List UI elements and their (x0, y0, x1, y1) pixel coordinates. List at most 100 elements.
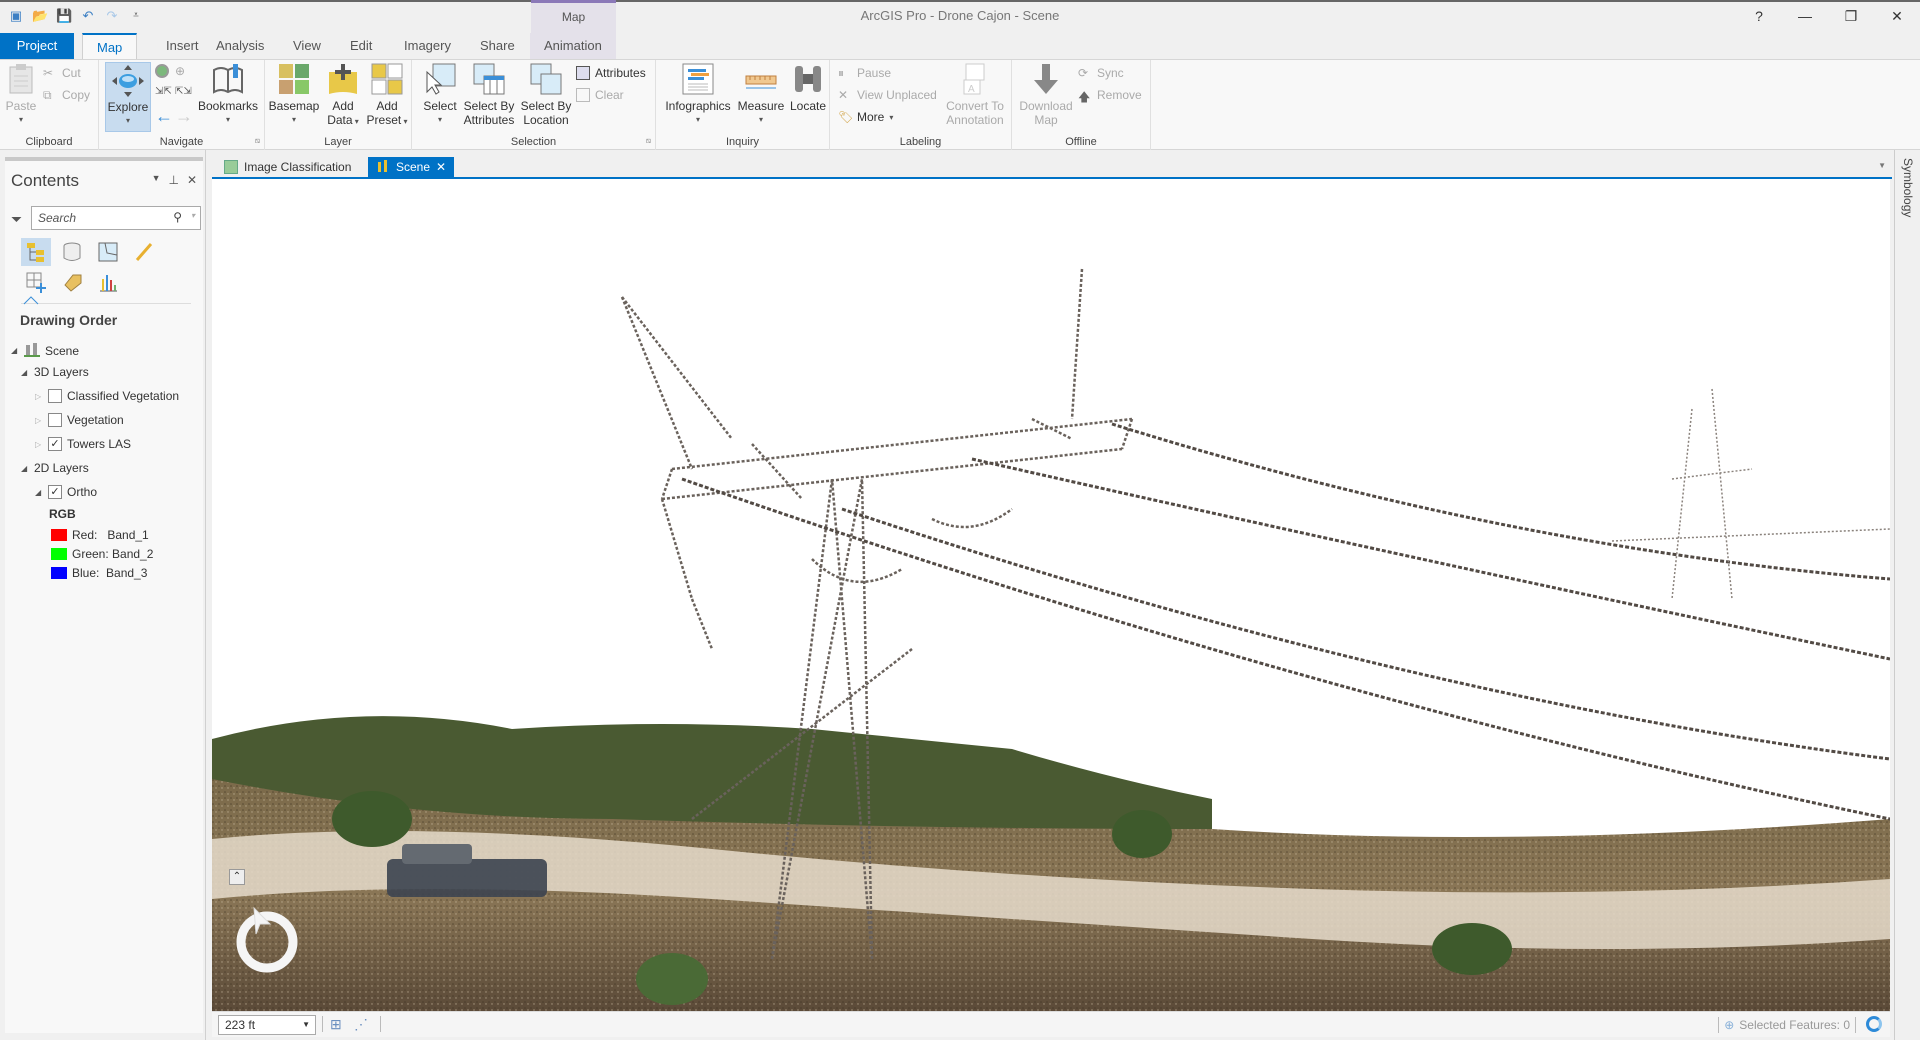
group-label: Clipboard (25, 136, 73, 148)
pause-labeling-button[interactable]: ⏸ Pause (838, 66, 891, 80)
contents-search-input[interactable]: Search ⚲ ▾ (31, 206, 201, 230)
tree-node-2d-layers[interactable]: ◢ 2D Layers (21, 461, 89, 475)
group-clipboard: Paste ▾ ✂ Cut ⧉ Copy Clipboard (0, 60, 99, 150)
show-navigator-button[interactable]: ⌃ (229, 869, 245, 885)
grid-add-icon[interactable]: ⊞ (330, 1016, 348, 1034)
expand-icon[interactable]: ◢ (11, 346, 19, 355)
remove-label: Remove (1097, 88, 1142, 102)
collapsed-icon[interactable]: ▷ (35, 440, 43, 449)
tab-animation[interactable]: Animation (530, 33, 616, 59)
tree-node-3d-layers[interactable]: ◢ 3D Layers (21, 365, 89, 379)
fixed-zoom-out-button[interactable]: ⇱⇲ (175, 86, 192, 97)
select-by-location-button[interactable]: Select By Location (518, 62, 574, 127)
tree-node-scene[interactable]: ◢ Scene (11, 341, 79, 360)
zoom-to-selection-button[interactable]: ⊕ (175, 64, 189, 78)
attributes-button[interactable]: Attributes (576, 66, 646, 80)
list-by-data-source-icon[interactable] (57, 238, 87, 266)
locate-button[interactable]: Locate (788, 62, 828, 113)
ribbon-tabs: Project Map Insert Analysis View Edit Im… (0, 33, 1920, 85)
collapse-toolbar-icon[interactable] (23, 294, 39, 305)
chevron-down-icon[interactable]: ▾ (191, 211, 195, 220)
tab-view[interactable]: View (279, 33, 335, 59)
pane-options-icon[interactable]: ▼ (152, 173, 161, 187)
select-by-attributes-button[interactable]: Select By Attributes (460, 62, 518, 127)
add-data-button[interactable]: Add Data ▾ (323, 62, 363, 129)
tree-node-vegetation[interactable]: ▷ Vegetation (35, 413, 124, 427)
close-tab-icon[interactable]: ✕ (436, 160, 446, 174)
close-button[interactable]: ✕ (1874, 2, 1920, 30)
list-by-labeling-icon[interactable] (57, 268, 87, 296)
collapsed-icon[interactable]: ▷ (35, 392, 43, 401)
refresh-icon[interactable] (1866, 1016, 1882, 1032)
dialog-launcher-icon[interactable]: ⧅ (255, 136, 260, 146)
infographics-button[interactable]: Infographics ▾ (662, 62, 734, 127)
more-labeling-button[interactable]: 🏷 More ▾ (838, 110, 893, 124)
convert-to-annotation-button[interactable]: A Convert To Annotation (940, 62, 1010, 127)
bookmarks-button[interactable]: Bookmarks ▾ (197, 62, 259, 127)
expand-icon[interactable]: ◢ (21, 464, 29, 473)
list-by-editing-icon[interactable] (129, 238, 159, 266)
dialog-launcher-icon[interactable]: ⧅ (646, 136, 651, 146)
scale-selector[interactable]: 223 ft ▼ (218, 1015, 316, 1035)
navigator-control[interactable] (232, 904, 302, 974)
band-label: Blue: Band_3 (72, 566, 148, 580)
paste-button[interactable]: Paste ▾ (6, 62, 36, 127)
visibility-checkbox[interactable]: ✓ (48, 485, 62, 499)
tab-share[interactable]: Share (466, 33, 529, 59)
symbology-pane-tab[interactable]: Symbology (1894, 150, 1920, 1040)
tree-node-ortho[interactable]: ◢ ✓ Ortho (35, 485, 97, 499)
pin-icon[interactable]: ⊥ (168, 173, 178, 187)
copy-button[interactable]: ⧉ Copy (43, 88, 90, 102)
tab-image-classification[interactable]: Image Classification (216, 157, 359, 177)
visibility-checkbox[interactable] (48, 389, 62, 403)
tabs-dropdown-icon[interactable]: ▼ (1878, 161, 1886, 170)
status-bar: 223 ft ▼ ⊞ ⋰ ⊕ Selected Features: 0 (212, 1011, 1890, 1037)
view-unplaced-button[interactable]: ✕ View Unplaced (838, 88, 937, 102)
list-by-snapping-icon[interactable] (21, 268, 51, 296)
remove-button[interactable]: 🡅 Remove (1078, 88, 1142, 104)
next-extent-button[interactable]: → (175, 106, 193, 127)
visibility-checkbox[interactable]: ✓ (48, 437, 62, 451)
snapping-icon[interactable]: ⋰ (354, 1016, 372, 1034)
tree-node-classified-vegetation[interactable]: ▷ Classified Vegetation (35, 389, 179, 403)
list-by-drawing-order-icon[interactable] (21, 238, 51, 266)
selected-features[interactable]: ⊕ Selected Features: 0 (1718, 1017, 1856, 1033)
tab-map[interactable]: Map (82, 33, 138, 60)
visibility-checkbox[interactable] (48, 413, 62, 427)
select-button[interactable]: Select ▾ (420, 62, 460, 127)
list-charts-icon[interactable] (93, 268, 123, 296)
add-preset-button[interactable]: Add Preset ▾ (365, 62, 409, 129)
full-extent-button[interactable] (155, 64, 169, 78)
sync-button[interactable]: ⟳ Sync (1078, 66, 1124, 80)
previous-extent-button[interactable]: ← (155, 106, 173, 127)
scene-canvas[interactable]: ⌃ (212, 179, 1890, 1011)
minimize-button[interactable]: — (1782, 2, 1828, 30)
tab-project[interactable]: Project (0, 33, 74, 59)
close-pane-icon[interactable]: ✕ (187, 173, 197, 187)
section-heading: Drawing Order (20, 312, 118, 328)
cut-button[interactable]: ✂ Cut (43, 66, 81, 80)
expand-icon[interactable]: ◢ (35, 488, 43, 497)
search-icon[interactable]: ⚲ (173, 210, 182, 224)
filter-icon[interactable]: ⏷ (11, 211, 25, 227)
legend-band-blue: Blue: Band_3 (51, 566, 147, 580)
layer-label: Vegetation (67, 413, 124, 427)
fixed-zoom-in-button[interactable]: ⇲⇱ (155, 86, 172, 97)
explore-button[interactable]: Explore ▾ (105, 62, 151, 132)
paste-icon (4, 62, 38, 96)
tree-node-towers-las[interactable]: ▷ ✓ Towers LAS (35, 437, 131, 451)
expand-icon[interactable]: ◢ (21, 368, 29, 377)
measure-button[interactable]: Measure ▾ (734, 62, 788, 127)
restore-button[interactable]: ❐ (1828, 2, 1874, 30)
tab-scene[interactable]: Scene ✕ (368, 157, 455, 177)
collapsed-icon[interactable]: ▷ (35, 416, 43, 425)
basemap-button[interactable]: Basemap ▾ (269, 62, 319, 127)
clear-selection-icon (576, 88, 590, 102)
tab-edit[interactable]: Edit (336, 33, 386, 59)
tab-imagery[interactable]: Imagery (390, 33, 465, 59)
clear-selection-button[interactable]: Clear (576, 88, 624, 102)
tab-analysis[interactable]: Analysis (202, 33, 278, 59)
help-button[interactable]: ? (1736, 2, 1782, 30)
download-map-button[interactable]: Download Map (1018, 62, 1074, 127)
list-by-selection-icon[interactable] (93, 238, 123, 266)
